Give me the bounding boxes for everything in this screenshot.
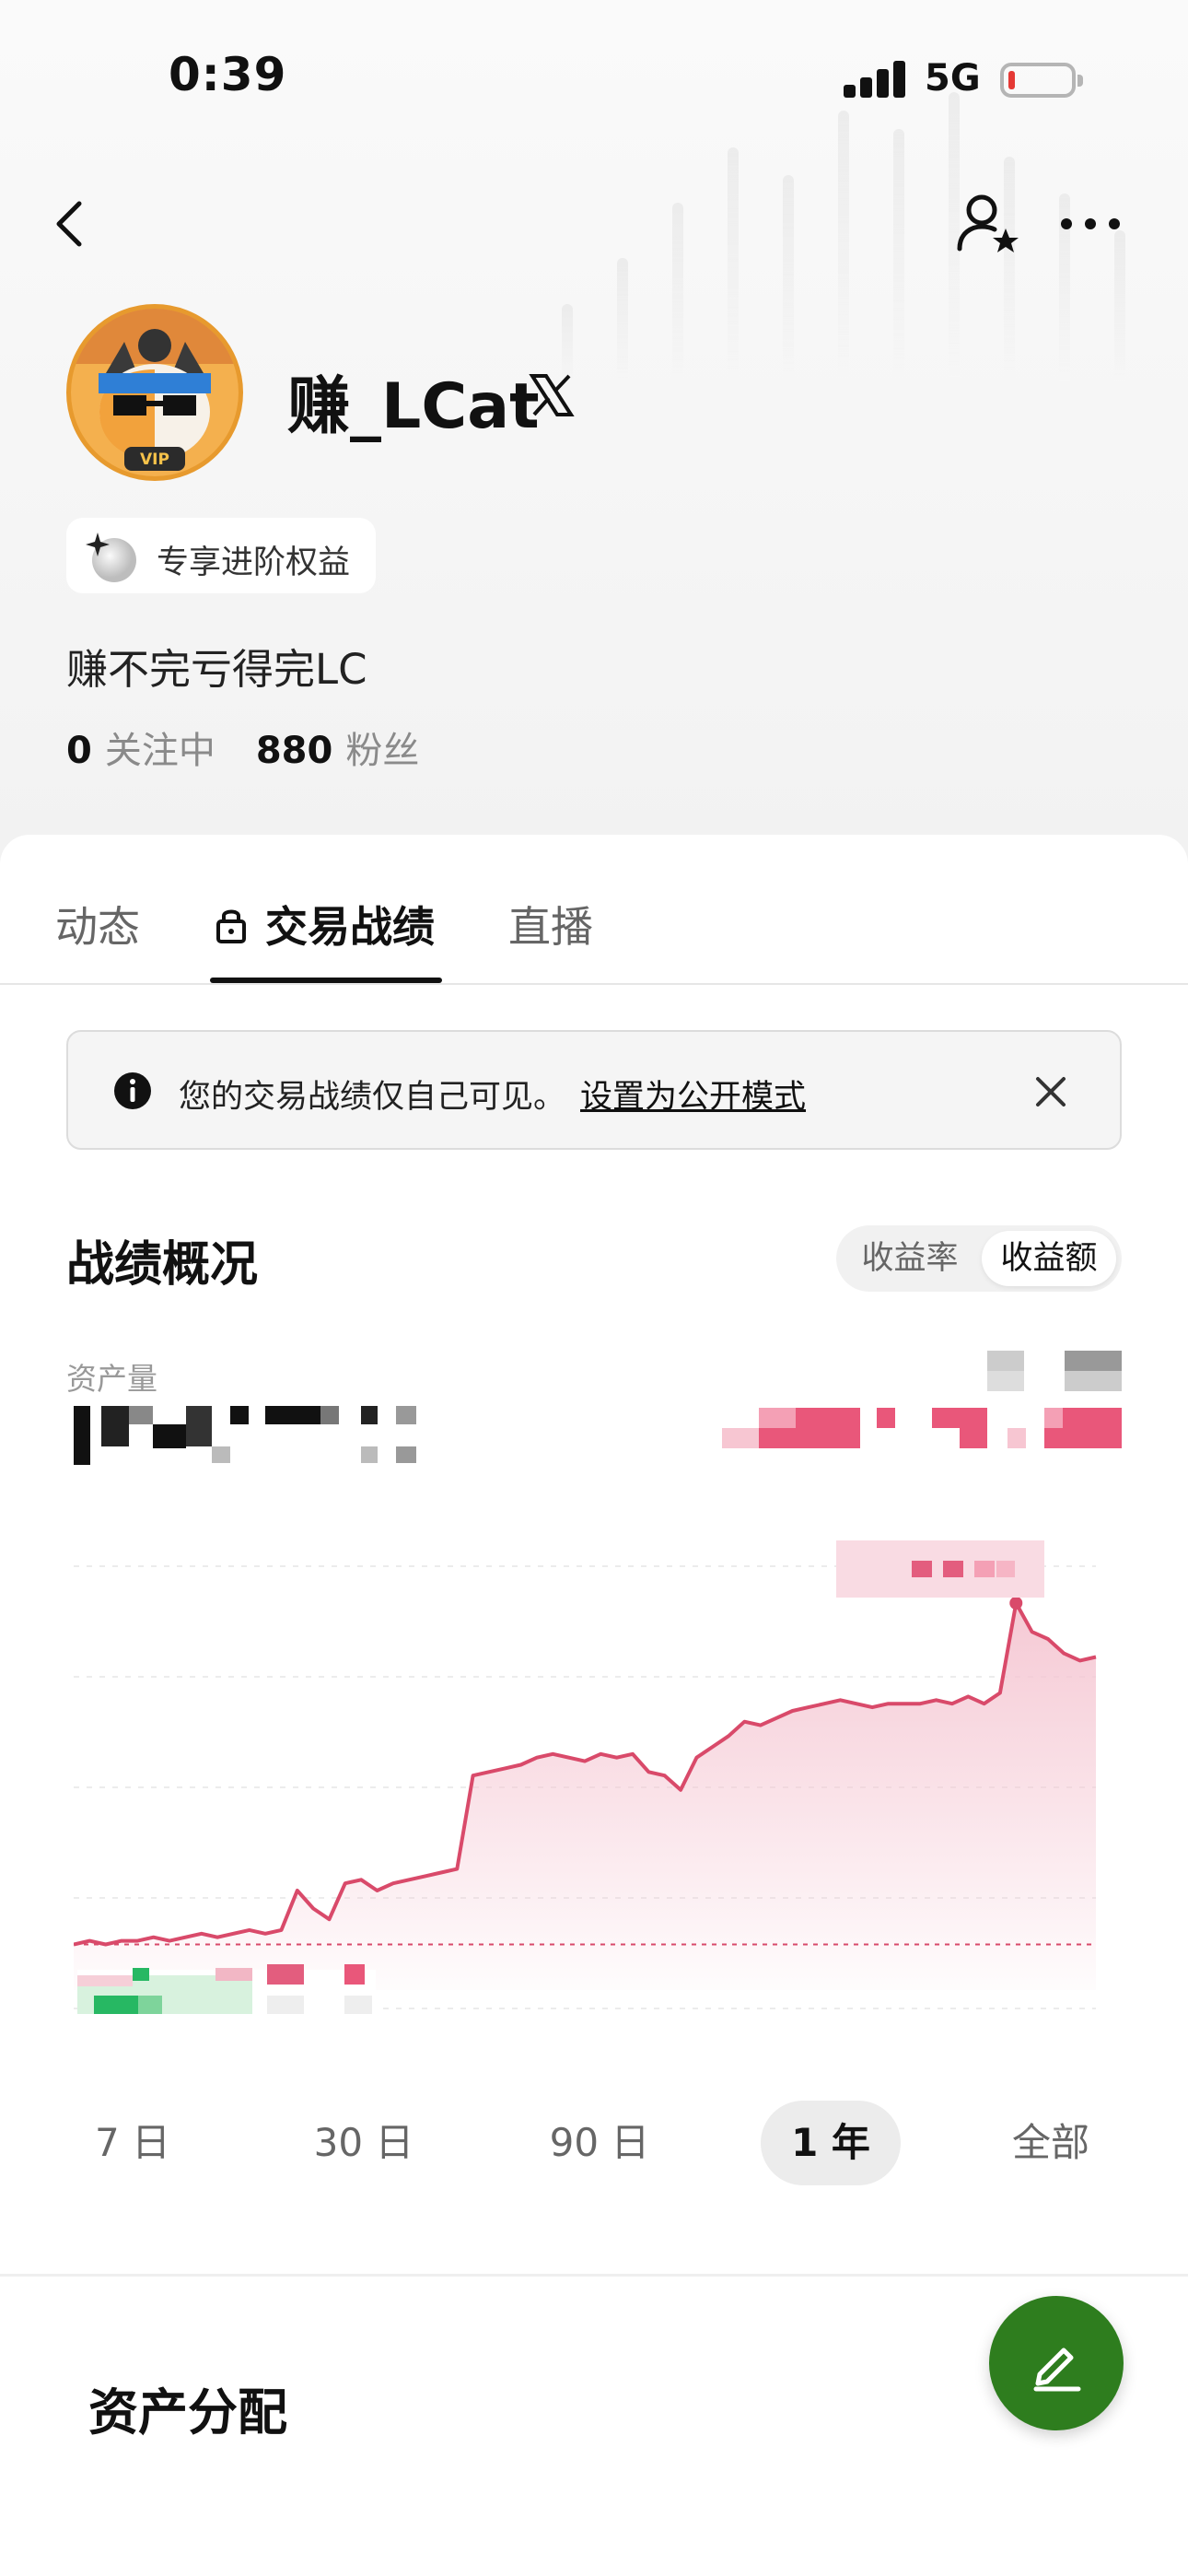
asset-chart[interactable] (74, 1529, 1105, 2036)
network-type: 5G (925, 57, 981, 100)
tab-trading-record[interactable]: 交易战绩 (265, 894, 435, 954)
range-all[interactable]: 全部 (991, 2101, 1111, 2185)
range-1y[interactable]: 1 年 (761, 2101, 901, 2185)
advanced-perks-chip[interactable]: 专享进阶权益 (66, 518, 376, 593)
follow-stats: 0 关注中 880 粉丝 (66, 720, 419, 774)
notice-message: 您的交易战绩仅自己可见。 (179, 1079, 566, 1116)
following-count[interactable]: 0 (66, 730, 92, 772)
battery-icon (1000, 63, 1083, 98)
allocation-title: 资产分配 (88, 2383, 287, 2441)
metric-toggle: 收益率 收益额 (836, 1225, 1122, 1292)
vip-badge: VIP (140, 451, 169, 469)
back-icon[interactable] (48, 198, 92, 250)
status-time: 0:39 (169, 48, 287, 101)
battery-level (1008, 71, 1015, 89)
overview-title: 战绩概况 (66, 1237, 259, 1293)
tab-posts[interactable]: 动态 (55, 894, 140, 954)
more-icon[interactable] (1057, 214, 1124, 234)
username: 赚_LCat (287, 370, 540, 443)
toggle-return-amount[interactable]: 收益额 (982, 1231, 1116, 1286)
privacy-notice: 您的交易战绩仅自己可见。 设置为公开模式 (66, 1030, 1122, 1150)
info-icon (114, 1072, 151, 1109)
series-area (74, 1603, 1096, 1990)
notice-text: 您的交易战绩仅自己可见。 设置为公开模式 (179, 1071, 806, 1118)
cellular-signal-icon (844, 61, 906, 98)
asset-label: 资产量 (66, 1361, 157, 1397)
edit-fab-button[interactable] (989, 2296, 1124, 2430)
perk-label: 专享进阶权益 (157, 544, 351, 581)
followers-count[interactable]: 880 (256, 730, 333, 772)
peak-point (1009, 1597, 1023, 1610)
peak-tooltip-redacted (836, 1540, 1044, 1598)
bio-text: 赚不完亏得完LC (66, 645, 367, 694)
set-public-link[interactable]: 设置为公开模式 (580, 1079, 806, 1116)
baseline-label-redacted (77, 1962, 376, 2014)
tabs-divider (0, 983, 1188, 985)
avatar[interactable]: VIP (66, 304, 243, 481)
section-divider (0, 2274, 1188, 2277)
lock-icon (216, 909, 246, 943)
range-30d[interactable]: 30 日 (304, 2101, 424, 2185)
edit-icon (1033, 2348, 1081, 2392)
tab-live[interactable]: 直播 (508, 894, 593, 954)
following-label[interactable]: 关注中 (105, 730, 215, 772)
sparkle-orb-icon (86, 533, 136, 582)
range-7d[interactable]: 7 日 (77, 2101, 188, 2185)
x-social-icon[interactable] (529, 372, 575, 418)
asset-value-redacted (74, 1406, 424, 1465)
range-90d[interactable]: 90 日 (540, 2101, 659, 2185)
pnl-value-redacted (722, 1408, 1122, 1448)
follow-user-icon[interactable] (954, 192, 1020, 254)
followers-label[interactable]: 粉丝 (345, 730, 419, 772)
toggle-return-rate[interactable]: 收益率 (842, 1231, 978, 1286)
change-label-redacted (987, 1351, 1122, 1391)
close-icon[interactable] (1033, 1074, 1068, 1109)
